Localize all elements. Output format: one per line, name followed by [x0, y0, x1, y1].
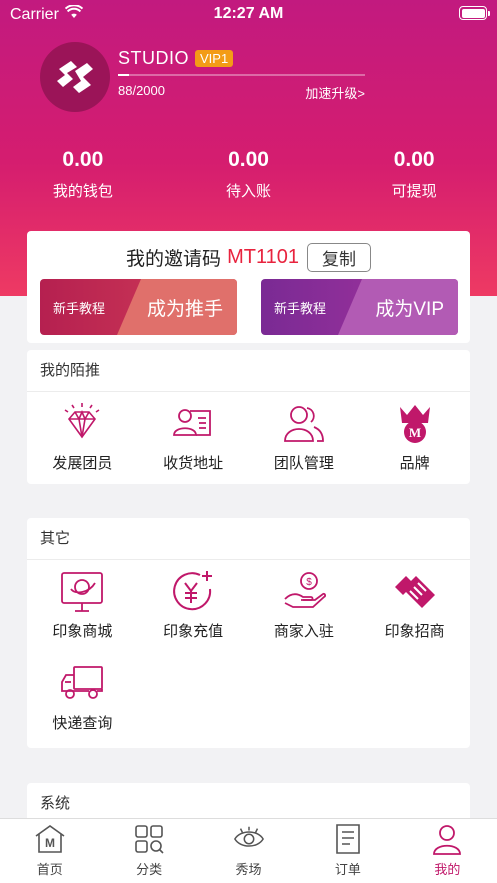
invite-code-row: 我的邀请码 MT1101 复制	[27, 243, 470, 272]
stat-value: 0.00	[393, 148, 435, 171]
become-vip-button[interactable]: 新手教程 成为VIP	[261, 279, 458, 335]
profile-name: STUDIO	[118, 48, 190, 68]
wallet-stats: 0.00 我的钱包 0.00 待入账 0.00 可提现	[0, 148, 497, 201]
team-icon	[280, 400, 328, 448]
grid-label: 团队管理	[273, 455, 334, 472]
stat-withdrawable[interactable]: 0.00 可提现	[331, 148, 497, 201]
grid-item-impression-investment[interactable]: 印象招商	[359, 560, 470, 652]
grid-item-merchant-join[interactable]: $ 商家入驻	[249, 560, 360, 652]
level-progress-bar	[118, 74, 365, 76]
grid-label: 印象商城	[52, 623, 113, 640]
section-title: 其它	[27, 518, 470, 560]
svg-text:M: M	[408, 425, 420, 440]
tab-label: 秀场	[235, 862, 262, 877]
become-promoter-button[interactable]: 新手教程 成为推手	[40, 279, 237, 335]
grid-label: 品牌	[399, 455, 430, 472]
address-card-icon	[169, 400, 217, 448]
copy-button[interactable]: 复制	[306, 243, 371, 272]
tab-orders[interactable]: 订单	[298, 819, 397, 883]
tab-label: 首页	[36, 862, 63, 877]
promo-subtitle: 新手教程	[53, 301, 106, 316]
eye-icon	[233, 823, 265, 855]
vip-badge: VIP1	[195, 50, 234, 67]
stat-label: 待入账	[226, 183, 272, 200]
invite-card: 我的邀请码 MT1101 复制 新手教程 成为推手 新手教程 成为VIP	[27, 231, 470, 343]
section-other: 其它 印象商城 印象充值 $ 商家入驻 印象招商 快递查询	[27, 518, 470, 748]
promo-title: 成为推手	[146, 299, 223, 320]
stat-wallet[interactable]: 0.00 我的钱包	[0, 148, 166, 201]
promo-subtitle: 新手教程	[274, 301, 327, 316]
grid-item-impression-recharge[interactable]: 印象充值	[138, 560, 249, 652]
grid-item-express-tracking[interactable]: 快递查询	[27, 652, 138, 744]
tab-label: 订单	[334, 862, 361, 877]
level-progress-fill	[118, 74, 129, 76]
tab-bar: M 首页 分类 秀场 订单 我的	[0, 818, 497, 883]
status-bar: Carrier 12:27 AM	[0, 0, 497, 30]
tab-home[interactable]: M 首页	[0, 819, 99, 883]
diamond-icon	[58, 400, 106, 448]
section-grid: 印象商城 印象充值 $ 商家入驻 印象招商 快递查询	[27, 560, 470, 744]
tab-showroom[interactable]: 秀场	[199, 819, 298, 883]
profile-name-row: STUDIO VIP1	[118, 48, 234, 69]
grid-label: 商家入驻	[273, 623, 334, 640]
upgrade-link[interactable]: 加速升级>	[305, 83, 365, 102]
yen-plus-icon	[169, 568, 217, 616]
brand-logo-icon	[57, 61, 93, 93]
grid-label: 快递查询	[52, 715, 113, 732]
svg-text:$: $	[306, 577, 312, 588]
promo-title: 成为VIP	[375, 299, 444, 320]
tab-label: 分类	[136, 862, 163, 877]
points-counter: 88/2000	[118, 83, 165, 98]
grid-label: 发展团员	[52, 455, 113, 472]
crown-icon: M	[391, 400, 439, 448]
category-icon	[133, 823, 165, 855]
section-grid: 发展团员 收货地址 团队管理 M 品牌	[27, 392, 470, 482]
truck-icon	[58, 660, 106, 708]
section-title: 我的陌推	[27, 350, 470, 392]
grid-item-shipping-address[interactable]: 收货地址	[138, 392, 249, 482]
stat-pending[interactable]: 0.00 待入账	[166, 148, 332, 201]
grid-label: 印象招商	[384, 623, 445, 640]
monitor-icon	[58, 568, 106, 616]
battery-icon	[459, 6, 490, 20]
tab-category[interactable]: 分类	[99, 819, 198, 883]
coin-hand-icon: $	[280, 568, 328, 616]
grid-item-develop-members[interactable]: 发展团员	[27, 392, 138, 482]
grid-label: 印象充值	[163, 623, 224, 640]
stat-label: 可提现	[391, 183, 437, 200]
grid-label: 收货地址	[163, 455, 224, 472]
section-my-motui: 我的陌推 发展团员 收货地址 团队管理 M 品牌	[27, 350, 470, 484]
stat-value: 0.00	[228, 148, 269, 171]
section-system: 系统	[27, 783, 470, 823]
svg-text:M: M	[45, 836, 55, 850]
clock: 12:27 AM	[213, 5, 284, 22]
avatar[interactable]	[40, 42, 110, 112]
profile-icon	[431, 823, 463, 855]
stat-label: 我的钱包	[52, 183, 113, 200]
tab-label: 我的	[434, 862, 461, 877]
grid-item-impression-mall[interactable]: 印象商城	[27, 560, 138, 652]
grid-item-brand[interactable]: M 品牌	[359, 392, 470, 482]
order-icon	[332, 823, 364, 855]
grid-item-team-management[interactable]: 团队管理	[249, 392, 360, 482]
tab-mine[interactable]: 我的	[398, 819, 497, 883]
invite-code: MT1101	[227, 246, 299, 268]
home-icon: M	[34, 823, 66, 855]
invite-label: 我的邀请码	[126, 249, 222, 270]
handshake-icon	[391, 568, 439, 616]
stat-value: 0.00	[62, 148, 104, 171]
